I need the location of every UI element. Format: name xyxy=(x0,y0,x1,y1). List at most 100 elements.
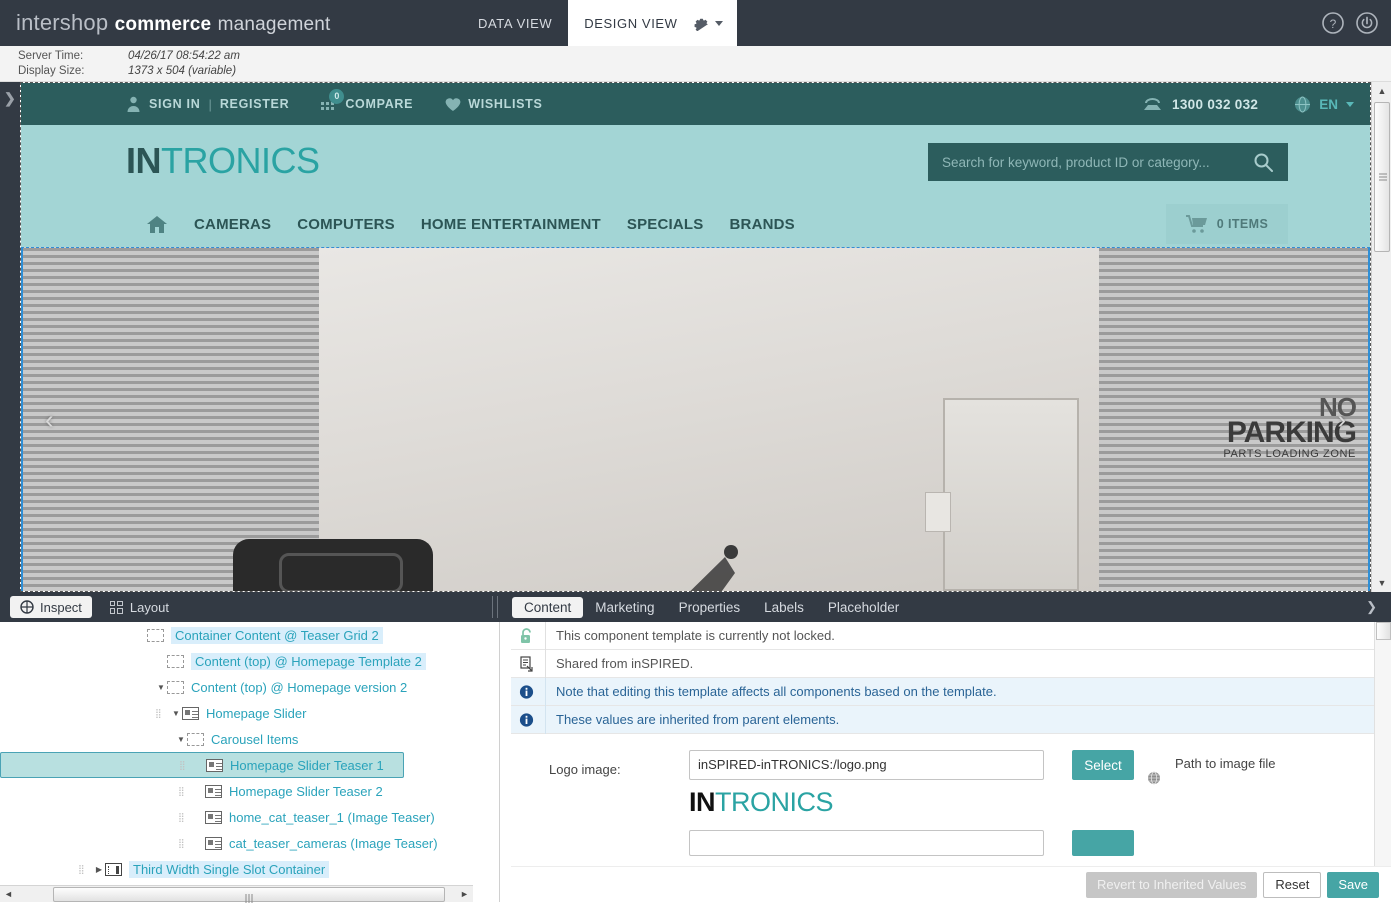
drag-handle-icon[interactable]: ⣿ xyxy=(178,838,187,848)
tree-horizontal-scrollbar[interactable]: ◄ ► xyxy=(0,885,473,903)
tree-row-label[interactable]: Homepage Slider Teaser 1 xyxy=(230,758,384,773)
panel-divider[interactable] xyxy=(489,622,511,902)
drag-handle-icon[interactable]: ⣿ xyxy=(178,786,187,796)
storefront-preview[interactable]: SIGN IN | REGISTER 0 COMPARE WISHLISTS 1… xyxy=(20,82,1371,592)
tab-content[interactable]: Content xyxy=(512,596,584,618)
tab-labels[interactable]: Labels xyxy=(752,597,816,618)
nav-item-cameras[interactable]: CAMERAS xyxy=(194,216,271,233)
phone-group: 1300 032 032 xyxy=(1143,97,1258,112)
tree-row[interactable]: ⣿ ▶ Third Width Single Slot Container xyxy=(0,856,489,882)
tree-scroll-left-icon[interactable]: ◄ xyxy=(0,889,17,899)
secondary-select-button[interactable] xyxy=(1072,830,1134,856)
revert-to-inherited-values-button[interactable]: Revert to Inherited Values xyxy=(1086,871,1258,898)
homepage-slider-hero[interactable]: NO PARKING PARTS LOADING ZONE ‹ › xyxy=(21,247,1370,591)
twisty-expanded-icon[interactable]: ▼ xyxy=(155,683,167,692)
chevron-down-icon[interactable]: ❯ xyxy=(1366,599,1377,615)
twisty-expanded-icon[interactable]: ▼ xyxy=(170,709,182,718)
language-label[interactable]: EN xyxy=(1319,97,1338,112)
tab-marketing[interactable]: Marketing xyxy=(583,597,666,618)
tree-row-label[interactable]: cat_teaser_cameras (Image Teaser) xyxy=(229,836,438,851)
globe-icon[interactable] xyxy=(1147,771,1161,785)
editor-toolbar: Inspect Layout Content Marketing Propert… xyxy=(0,592,1391,622)
preview-vertical-scrollbar[interactable]: ▲ ▼ xyxy=(1371,82,1391,592)
slot-placeholder-icon xyxy=(187,732,204,746)
tree-row[interactable]: ▼ Content (top) @ Homepage version 2 xyxy=(0,674,489,700)
nav-item-specials[interactable]: SPECIALS xyxy=(627,216,704,233)
properties-vertical-scrollbar[interactable] xyxy=(1374,622,1391,866)
tree-row-label[interactable]: Carousel Items xyxy=(211,732,298,747)
save-button[interactable]: Save xyxy=(1327,871,1379,898)
sign-in-link[interactable]: SIGN IN xyxy=(149,97,200,111)
tab-design-view[interactable]: DESIGN VIEW xyxy=(568,0,694,46)
display-size-row: Display Size: 1373 x 504 (variable) xyxy=(0,65,236,77)
twisty-collapsed-icon[interactable]: ▶ xyxy=(93,865,105,874)
wishlists-group[interactable]: WISHLISTS xyxy=(445,97,542,112)
language-selector[interactable]: EN xyxy=(1294,96,1354,113)
register-link[interactable]: REGISTER xyxy=(220,97,290,111)
cart-item-count: 0 ITEMS xyxy=(1216,217,1269,231)
tree-row-label[interactable]: Content (top) @ Homepage version 2 xyxy=(191,680,407,695)
tree-row-label[interactable]: Homepage Slider xyxy=(206,706,306,721)
storefront-search-box[interactable]: Search for keyword, product ID or catego… xyxy=(928,143,1288,181)
tree-hscrollbar-thumb[interactable] xyxy=(53,887,445,903)
reset-button[interactable]: Reset xyxy=(1263,871,1322,898)
tree-row[interactable]: Content (top) @ Homepage Template 2 xyxy=(0,648,489,674)
compare-group[interactable]: 0 COMPARE xyxy=(321,88,413,113)
tree-row[interactable]: ⣿ home_cat_teaser_1 (Image Teaser) xyxy=(0,804,489,830)
tree-row[interactable]: ⣿ ▼ Homepage Slider xyxy=(0,700,489,726)
drag-handle-icon[interactable]: ⣿ xyxy=(179,760,188,770)
design-view-settings[interactable] xyxy=(693,0,737,46)
drag-handle-icon[interactable]: ⣿ xyxy=(178,812,187,822)
svg-text:?: ? xyxy=(1330,17,1337,31)
inspect-button[interactable]: Inspect xyxy=(10,596,92,618)
tree-row-label[interactable]: Container Content @ Teaser Grid 2 xyxy=(171,626,383,644)
drag-handle-icon[interactable]: ⣿ xyxy=(78,864,87,874)
server-time-value: 04/26/17 08:54:22 am xyxy=(128,50,240,62)
chevron-right-icon[interactable]: ❯ xyxy=(4,90,16,107)
server-time-row: Server Time: 04/26/17 08:54:22 am xyxy=(0,50,240,62)
carousel-prev-arrow[interactable]: ‹ xyxy=(45,404,54,435)
nav-item-home-entertainment[interactable]: HOME ENTERTAINMENT xyxy=(421,216,601,233)
layout-button[interactable]: Layout xyxy=(109,600,169,615)
nav-item-brands[interactable]: BRANDS xyxy=(730,216,795,233)
tree-row[interactable]: Container Content @ Teaser Grid 2 xyxy=(0,622,489,648)
carousel-next-arrow[interactable]: › xyxy=(1337,404,1346,435)
drag-handle-icon[interactable]: ⣿ xyxy=(155,708,164,718)
home-icon[interactable] xyxy=(146,214,168,234)
secondary-image-input[interactable] xyxy=(689,830,1044,856)
tree-row-label[interactable]: home_cat_teaser_1 (Image Teaser) xyxy=(229,810,435,825)
caret-down-icon xyxy=(714,20,723,26)
logo-image-input[interactable]: inSPIRED-inTRONICS:/logo.png xyxy=(689,750,1044,780)
scrollbar-thumb[interactable] xyxy=(1374,102,1390,252)
power-circle-icon[interactable] xyxy=(1355,11,1379,35)
nav-item-computers[interactable]: COMPUTERS xyxy=(297,216,395,233)
tree-scroll-right-icon[interactable]: ► xyxy=(456,889,473,899)
tree-row[interactable]: ⣿ Homepage Slider Teaser 2 xyxy=(0,778,489,804)
twisty-expanded-icon[interactable]: ▼ xyxy=(175,735,187,744)
help-circle-icon[interactable]: ? xyxy=(1321,11,1345,35)
chevron-down-icon[interactable] xyxy=(1346,101,1354,107)
tree-row-label[interactable]: Homepage Slider Teaser 2 xyxy=(229,784,383,799)
globe-icon xyxy=(1295,96,1311,112)
app-view-tabs: DATA VIEW DESIGN VIEW xyxy=(462,0,737,46)
scroll-up-arrow-icon[interactable]: ▲ xyxy=(1372,82,1391,100)
wishlists-link[interactable]: WISHLISTS xyxy=(468,97,542,111)
search-icon[interactable] xyxy=(1253,152,1274,173)
storefront-nav-band: CAMERAS COMPUTERS HOME ENTERTAINMENT SPE… xyxy=(21,201,1370,247)
properties-scrollbar-thumb[interactable] xyxy=(1376,622,1391,640)
tab-data-view[interactable]: DATA VIEW xyxy=(462,0,568,46)
tree-row[interactable]: ▼ Carousel Items xyxy=(0,726,489,752)
tree-row-label[interactable]: Third Width Single Slot Container xyxy=(129,860,330,878)
compare-link[interactable]: COMPARE xyxy=(345,97,413,111)
tree-row[interactable]: ⣿ Homepage Slider Teaser 1 xyxy=(0,752,404,778)
scroll-down-arrow-icon[interactable]: ▼ xyxy=(1372,574,1391,592)
left-rail-collapsed[interactable]: ❯ xyxy=(0,82,20,592)
tab-properties[interactable]: Properties xyxy=(667,597,753,618)
tab-placeholder[interactable]: Placeholder xyxy=(816,597,911,618)
component-tree-panel[interactable]: Container Content @ Teaser Grid 2 Content… xyxy=(0,622,489,902)
select-image-button[interactable]: Select xyxy=(1072,750,1134,780)
mini-cart[interactable]: 0 ITEMS xyxy=(1166,204,1288,244)
tree-row[interactable]: ⣿ cat_teaser_cameras (Image Teaser) xyxy=(0,830,489,856)
tree-row-label[interactable]: Content (top) @ Homepage Template 2 xyxy=(191,652,426,670)
storefront-logo[interactable]: INTRONICS xyxy=(126,139,320,183)
